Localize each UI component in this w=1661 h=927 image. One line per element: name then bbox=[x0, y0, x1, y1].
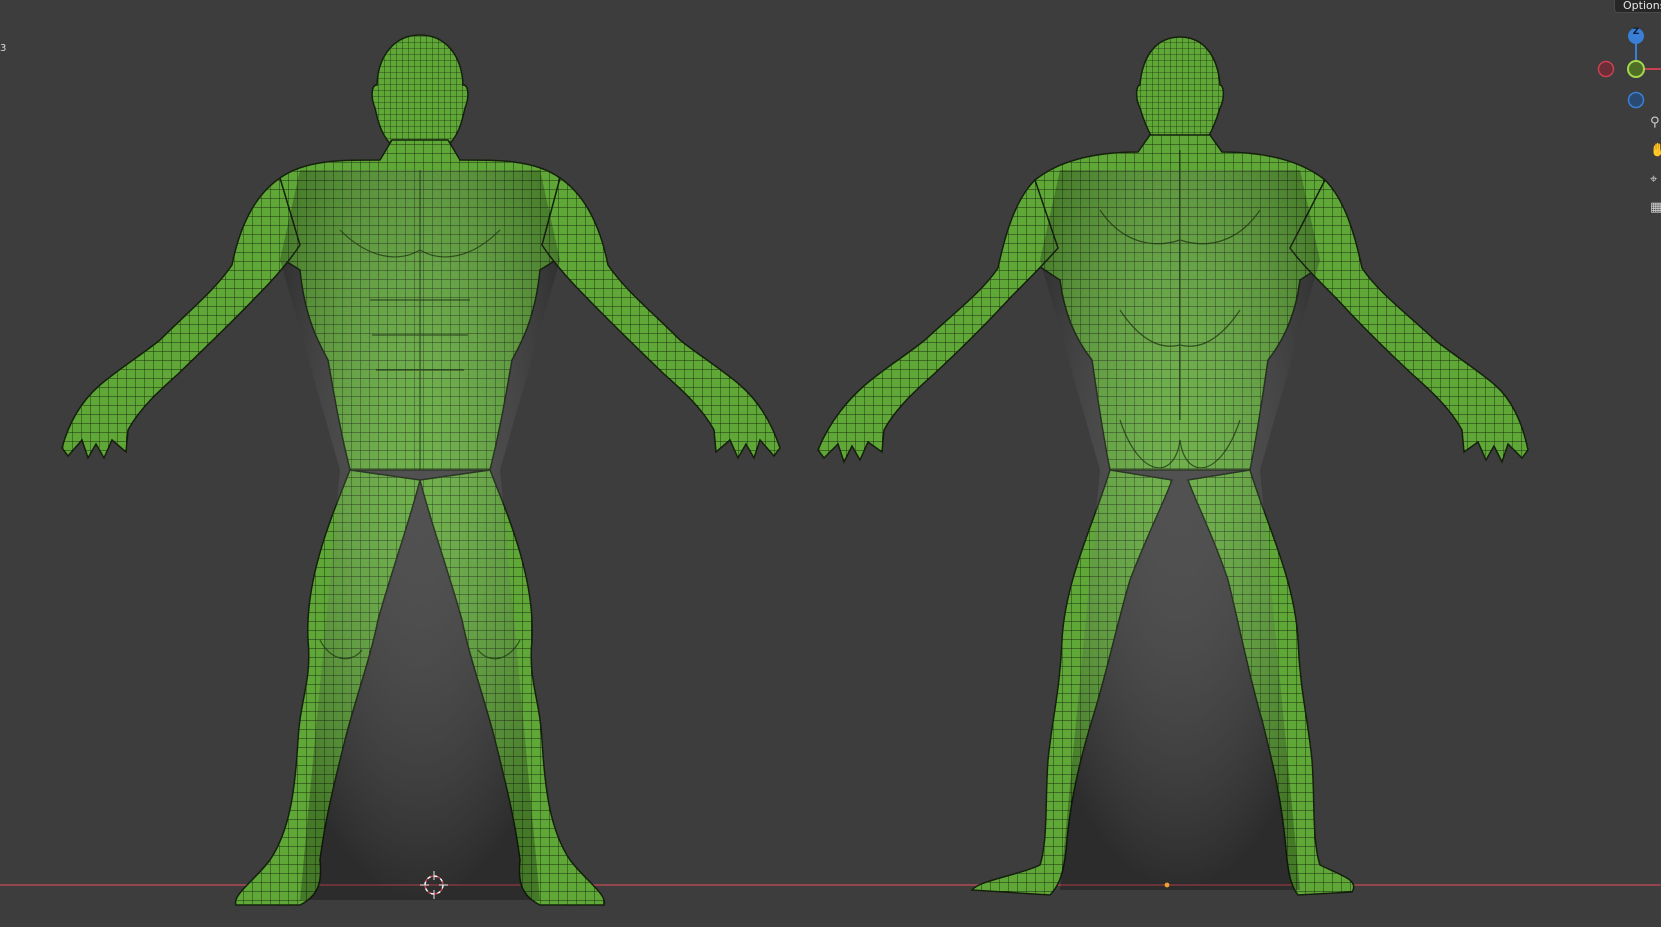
zoom-icon[interactable]: ⚲ bbox=[1650, 115, 1661, 131]
3d-viewport[interactable]: 3 Options Z ⚲ ✋ ⌖ ▦ bbox=[0, 0, 1661, 927]
back-arm-right bbox=[1289, 178, 1529, 464]
gizmo-x-negative-handle[interactable] bbox=[1597, 60, 1615, 78]
camera-icon[interactable]: ⌖ bbox=[1650, 172, 1661, 188]
body-front-view[interactable] bbox=[61, 34, 781, 906]
back-arm-left bbox=[817, 178, 1059, 464]
grid-toggle-icon[interactable]: ▦ bbox=[1650, 200, 1661, 216]
front-arm-right bbox=[541, 176, 781, 460]
gizmo-z-negative-handle[interactable] bbox=[1627, 91, 1645, 109]
hand-pan-icon[interactable]: ✋ bbox=[1650, 143, 1661, 159]
navigation-gizmo[interactable] bbox=[1580, 22, 1661, 112]
gizmo-y-positive-handle[interactable] bbox=[1627, 60, 1645, 78]
options-button[interactable]: Options bbox=[1614, 0, 1661, 13]
object-origin-dot bbox=[1164, 882, 1170, 888]
viewport-scene[interactable] bbox=[0, 0, 1661, 927]
front-head bbox=[371, 34, 469, 155]
body-back-view[interactable] bbox=[817, 36, 1529, 896]
gizmo-z-label: Z bbox=[1632, 27, 1640, 37]
viewport-frame-label: 3 bbox=[0, 43, 7, 54]
front-arm-left bbox=[61, 176, 301, 460]
back-head bbox=[1135, 36, 1225, 143]
